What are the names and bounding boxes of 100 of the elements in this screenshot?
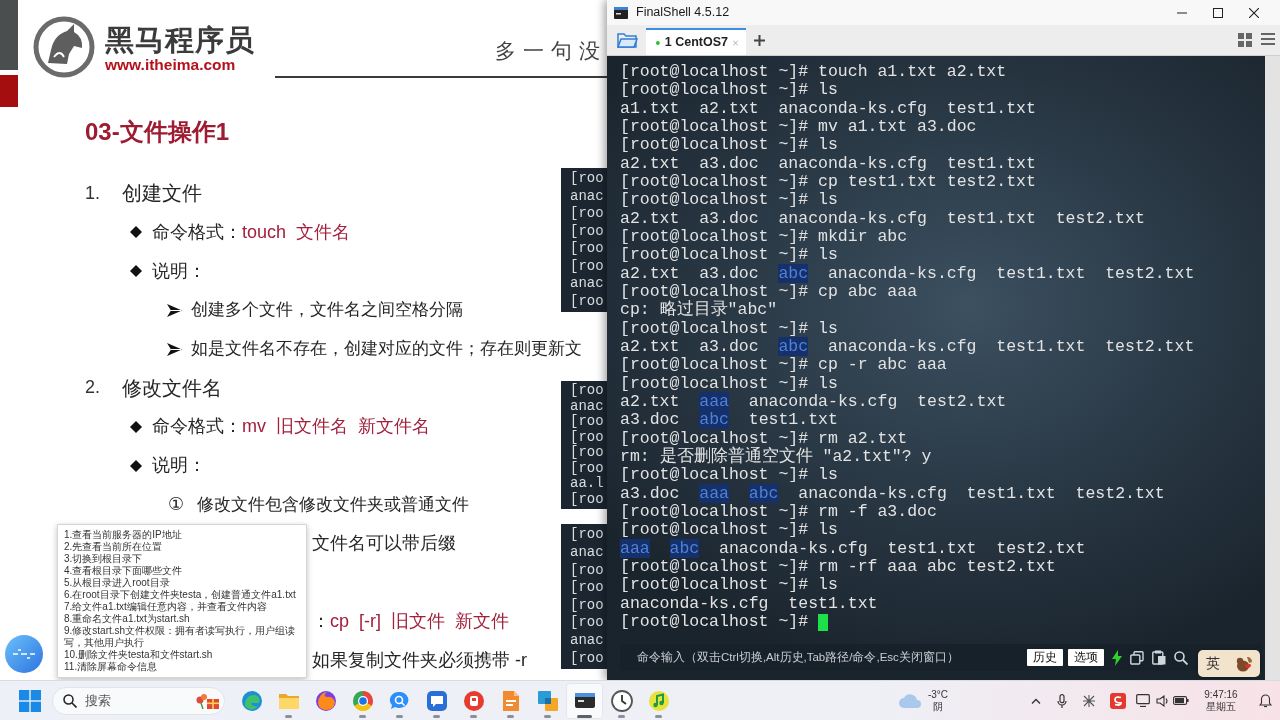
- terminal-line: [root@localhost ~]# rm -f a3.doc: [620, 502, 937, 522]
- chat-window-icon: [425, 689, 448, 712]
- diamond-bullet-icon: [130, 226, 142, 239]
- ime-mode-text: 英: [1205, 654, 1220, 673]
- code-line: anac: [570, 398, 605, 414]
- grid-icon[interactable]: [1238, 33, 1252, 47]
- note-item: 3.切换到根目录下: [64, 553, 144, 565]
- rounded-square-app-icon[interactable]: [1110, 692, 1126, 709]
- round-badge-icon: [462, 689, 485, 712]
- app-window-icon: [614, 6, 628, 19]
- point-text: 文件名可以带后缀: [312, 532, 456, 556]
- diamond-bullet-icon: [130, 459, 142, 472]
- code-line: anac: [570, 633, 605, 649]
- slide-header-text: 多一句没: [495, 37, 607, 64]
- code-line: [roo: [570, 527, 605, 543]
- taskbar-app-button[interactable]: [566, 682, 603, 719]
- note-item: 10.删除文件夹testa和文件start.sh: [64, 649, 214, 661]
- arrowhead-bullet-icon: [167, 342, 182, 356]
- clock-icon: [610, 689, 633, 712]
- mascot-icon: [1234, 655, 1253, 672]
- command-format-text: ：cp [-r] 旧文件 新文件: [312, 610, 509, 634]
- code-line: [roo: [570, 429, 605, 445]
- maximize-icon: [1213, 7, 1223, 18]
- logo-text: 黑马程序员: [105, 23, 255, 56]
- search-input[interactable]: 搜索: [85, 690, 196, 711]
- clock-time-text[interactable]: 9:47:16: [1204, 688, 1238, 701]
- menu-icon[interactable]: [1261, 33, 1275, 45]
- note-item: 2.先查看当前所在位置: [64, 541, 164, 553]
- close-icon: [1249, 7, 1259, 18]
- point-text: 如是文件名不存在，创建对应的文件；存在则更新文: [191, 338, 582, 361]
- note-item: 8.重命名文件a1.txt为start.sh: [64, 613, 191, 625]
- windows-logo-icon[interactable]: [19, 689, 41, 712]
- terminal-line: [root@localhost ~]# mv a1.txt a3.doc: [620, 118, 977, 137]
- clock-day-text[interactable]: 星期五: [1206, 700, 1236, 713]
- monitor-icon[interactable]: [1136, 694, 1150, 707]
- bell-icon[interactable]: [1259, 693, 1272, 708]
- terminal-line: [root@localhost ~]# ls: [620, 246, 838, 265]
- music-note-icon: [647, 689, 670, 712]
- accent-bar: [0, 0, 18, 70]
- code-line: [roo: [570, 491, 605, 507]
- folder-icon[interactable]: [617, 32, 638, 49]
- temperature-text: -3°C: [927, 688, 948, 701]
- website-text: www.itheima.com: [105, 55, 237, 74]
- scrollbar-track[interactable]: [1265, 56, 1280, 680]
- command-input-field[interactable]: 命令输入（双击Ctrl切换,Alt历史,Tab路径/命令,Esc关闭窗口）: [620, 644, 1021, 671]
- code-line: [roo: [570, 171, 605, 187]
- floating-ball-icon[interactable]: [5, 635, 43, 673]
- accent-bar: [0, 75, 18, 107]
- code-line: anac: [570, 544, 605, 560]
- gift-flowers-icon: [196, 691, 220, 710]
- code-line: anac: [570, 188, 605, 204]
- chat-bubble-icon: [388, 689, 411, 712]
- code-line: [roo: [570, 597, 605, 613]
- asterisk-icon[interactable]: [1082, 693, 1096, 708]
- window-title: FinalShell 4.5.12: [636, 4, 730, 22]
- terminal-line: anaconda-ks.cfg test1.txt: [620, 594, 878, 613]
- terminal-line: [root@localhost ~]# ls: [620, 521, 838, 540]
- terminal-line: a3.doc aaa abc anaconda-ks.cfg test1.txt test2.txt: [620, 484, 1165, 503]
- section-heading: 修改文件名: [122, 375, 222, 401]
- battery-icon[interactable]: [1173, 696, 1189, 705]
- terminal-line: a2.txt a3.doc abc anaconda-ks.cfg test1.txt test2.txt: [620, 264, 1195, 283]
- terminal-line: a2.txt a3.doc anaconda-ks.cfg test1.txt test2.txt: [620, 209, 1145, 228]
- command-format-text: 命令格式：mv 旧文件名 新文件名: [152, 415, 430, 439]
- session-tab[interactable]: 1 CentOS7: [646, 28, 746, 55]
- search-field[interactable]: 搜索: [52, 686, 225, 715]
- microphone-icon[interactable]: [1057, 693, 1067, 708]
- plus-icon[interactable]: [754, 35, 765, 46]
- lightning-icon[interactable]: [1112, 649, 1122, 666]
- code-line: [roo: [570, 258, 605, 274]
- terminal-line: [root@localhost ~]#: [620, 612, 809, 632]
- speaker-icon[interactable]: [1155, 694, 1169, 707]
- terminal-line: [root@localhost ~]# ls: [620, 576, 838, 595]
- swirl-icon: [240, 689, 263, 712]
- terminal-line: [root@localhost ~]# cp test1.txt test2.txt: [620, 172, 1036, 192]
- command-format-text: 命令格式：touch 文件名: [152, 220, 351, 244]
- terminal-line: [root@localhost ~]# rm a2.txt: [620, 429, 908, 448]
- chevron-up-icon[interactable]: [1031, 697, 1041, 704]
- note-item: 6.在root目录下创建文件夹testa，创建普通文件a1.txt: [64, 589, 297, 601]
- copy-icon[interactable]: [1130, 650, 1144, 665]
- clipboard-icon[interactable]: [1152, 650, 1166, 665]
- terminal-line: a2.txt a3.doc abc anaconda-ks.cfg test1.txt test2.txt: [620, 337, 1195, 357]
- toolbar-button[interactable]: 选项: [1068, 649, 1104, 666]
- terminal-line: [root@localhost ~]# ls: [620, 374, 838, 393]
- diamond-bullet-icon: [130, 420, 142, 433]
- circled-number: ①: [168, 493, 186, 517]
- terminal-line: a3.doc abc test1.txt: [620, 411, 838, 430]
- arrowhead-bullet-icon: [167, 303, 182, 317]
- code-line: [roo: [570, 615, 605, 631]
- slide-title: 03-文件操作1: [85, 116, 230, 147]
- terminal-line: [root@localhost ~]# ls: [620, 191, 838, 210]
- code-line: [roo: [570, 293, 605, 309]
- note-item: 1.查看当前服务器的IP地址: [64, 529, 183, 541]
- terminal-line: aaa abc anaconda-ks.cfg test1.txt test2.txt: [620, 539, 1086, 558]
- search-icon[interactable]: [1174, 650, 1188, 665]
- code-line: [roo: [570, 650, 605, 666]
- ime-toolbar[interactable]: 英: [1198, 650, 1260, 677]
- overlapping-squares-icon: [536, 689, 559, 712]
- note-item: 5.从根目录进入root目录: [64, 577, 171, 589]
- toolbar-button[interactable]: 历史: [1027, 649, 1063, 666]
- code-line: [roo: [570, 445, 605, 461]
